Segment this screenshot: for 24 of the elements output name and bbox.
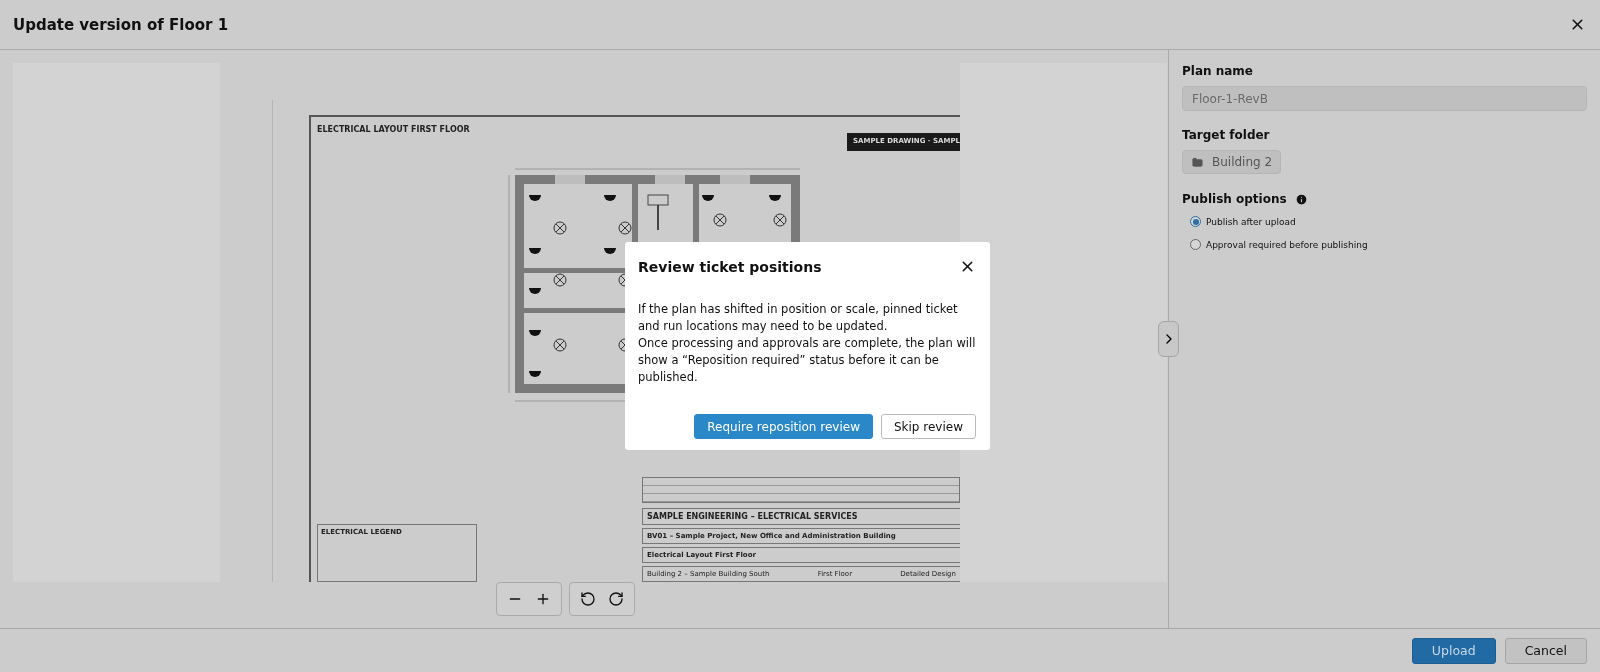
folder-chip[interactable]: Building 2 <box>1182 150 1282 174</box>
rotate-left-icon[interactable] <box>580 591 596 607</box>
field-label: Publish options <box>1182 192 1287 206</box>
skip-review-button[interactable]: Skip review <box>880 414 976 439</box>
field-label: Target folder <box>1182 128 1270 142</box>
require-review-button[interactable]: Require reposition review <box>694 414 873 439</box>
dialog-title: Review ticket positions <box>638 258 822 275</box>
company-name: SAMPLE ENGINEERING – ELECTRICAL SERVICES <box>647 512 858 521</box>
upload-button[interactable]: Upload <box>1411 637 1496 664</box>
field-label: Plan name <box>1182 64 1253 78</box>
expand-panel-button[interactable] <box>1158 321 1179 357</box>
info-icon[interactable] <box>1294 192 1308 206</box>
radio-button[interactable] <box>1190 216 1201 227</box>
rotate-right-icon[interactable] <box>608 591 624 607</box>
radio-button[interactable] <box>1190 239 1201 250</box>
drawing-title: ELECTRICAL LAYOUT FIRST FLOOR <box>317 125 470 134</box>
cancel-button[interactable]: Cancel <box>1504 637 1587 664</box>
dialog-text: If the plan has shifted in position or scale, pinned ticket and run locations may need to be updated. <box>638 301 959 335</box>
folder-icon <box>1192 156 1203 168</box>
radio-label: Approval required before publishing <box>1206 239 1368 250</box>
window-title: Update version of Floor 1 <box>13 15 229 34</box>
zoom-in-icon[interactable] <box>535 591 551 607</box>
dialog-text: Once processing and approvals are complete, the plan will show a “Reposition required” status before it can be published. <box>638 335 976 386</box>
radio-label: Publish after upload <box>1206 216 1296 227</box>
